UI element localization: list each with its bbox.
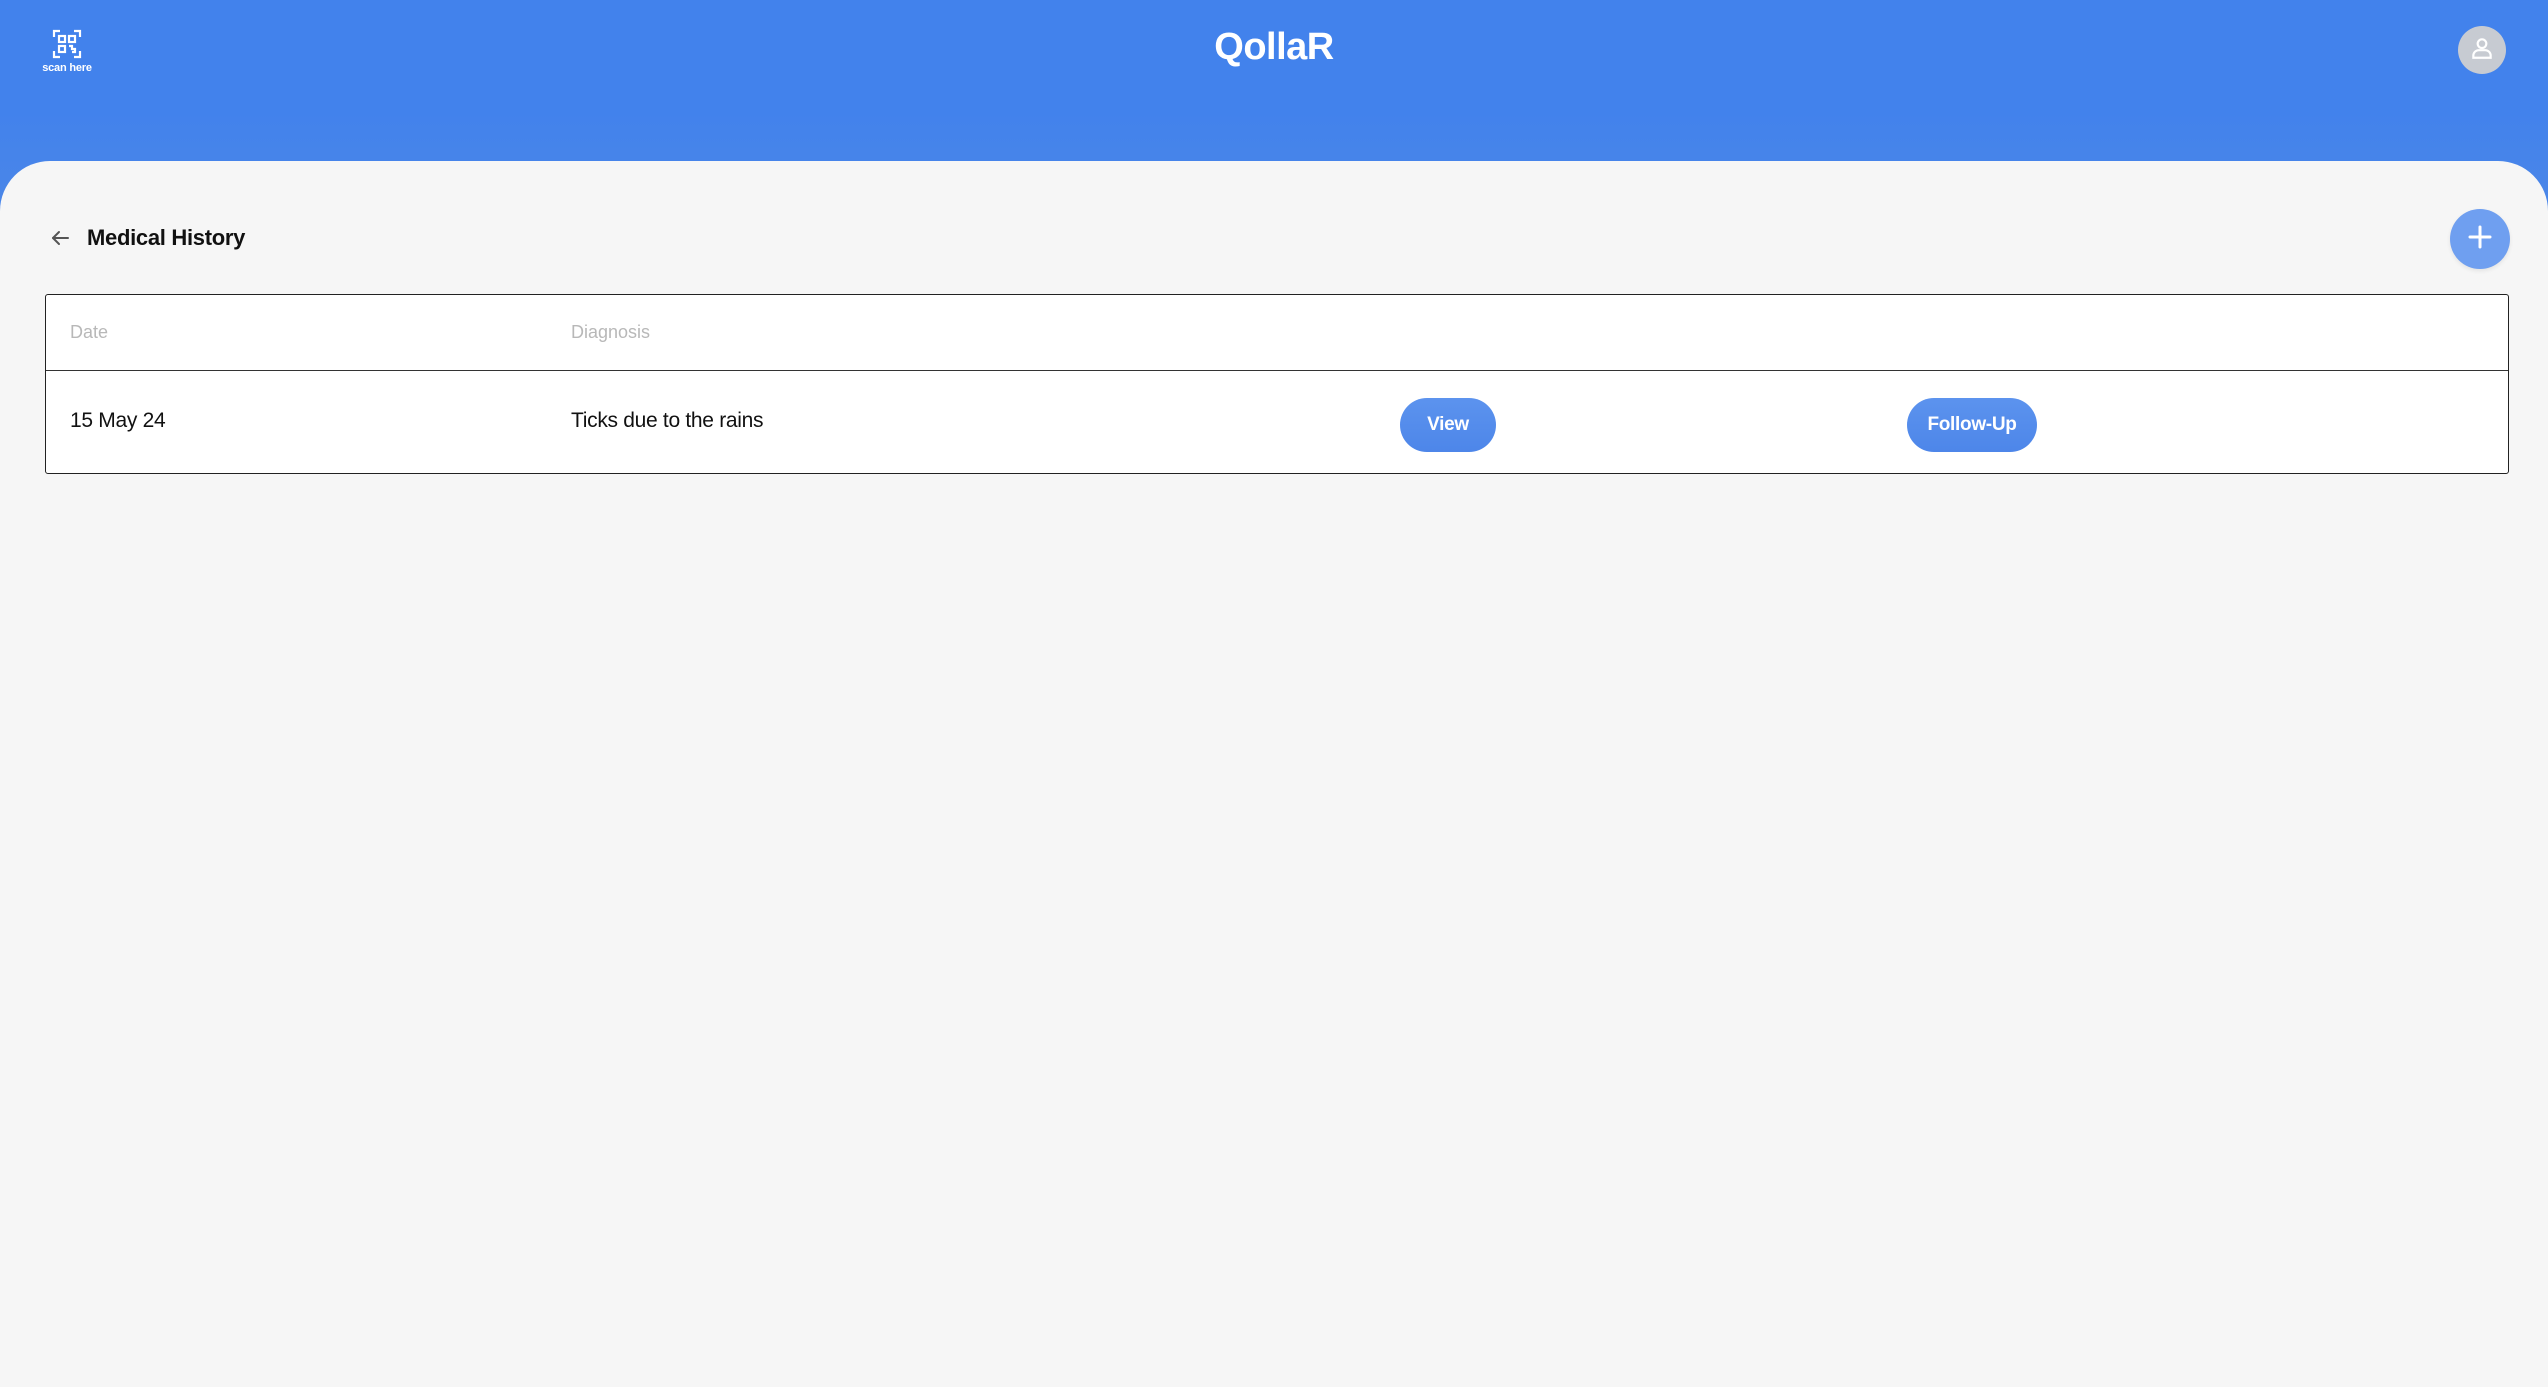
user-icon [2469,35,2495,66]
view-button[interactable]: View [1400,398,1496,452]
follow-up-button[interactable]: Follow-Up [1907,398,2037,452]
main-content: Medical History Date Diagnosis 15 May 24… [0,161,2548,1387]
plus-icon [2467,224,2493,255]
profile-button[interactable] [2458,26,2506,74]
back-button[interactable] [44,224,76,256]
page-title: Medical History [87,225,246,250]
row-date: 15 May 24 [70,409,166,432]
arrow-left-icon [48,226,72,255]
column-header-diagnosis: Diagnosis [571,322,651,342]
table-header: Date Diagnosis [46,295,2508,371]
row-diagnosis: Ticks due to the rains [571,409,764,432]
table-row: 15 May 24 Ticks due to the rains View Fo… [46,371,2508,475]
add-record-button[interactable] [2450,209,2510,269]
column-header-date: Date [70,322,109,342]
medical-history-table: Date Diagnosis 15 May 24 Ticks due to th… [45,294,2509,474]
app-title: QollaR [1214,26,1334,68]
